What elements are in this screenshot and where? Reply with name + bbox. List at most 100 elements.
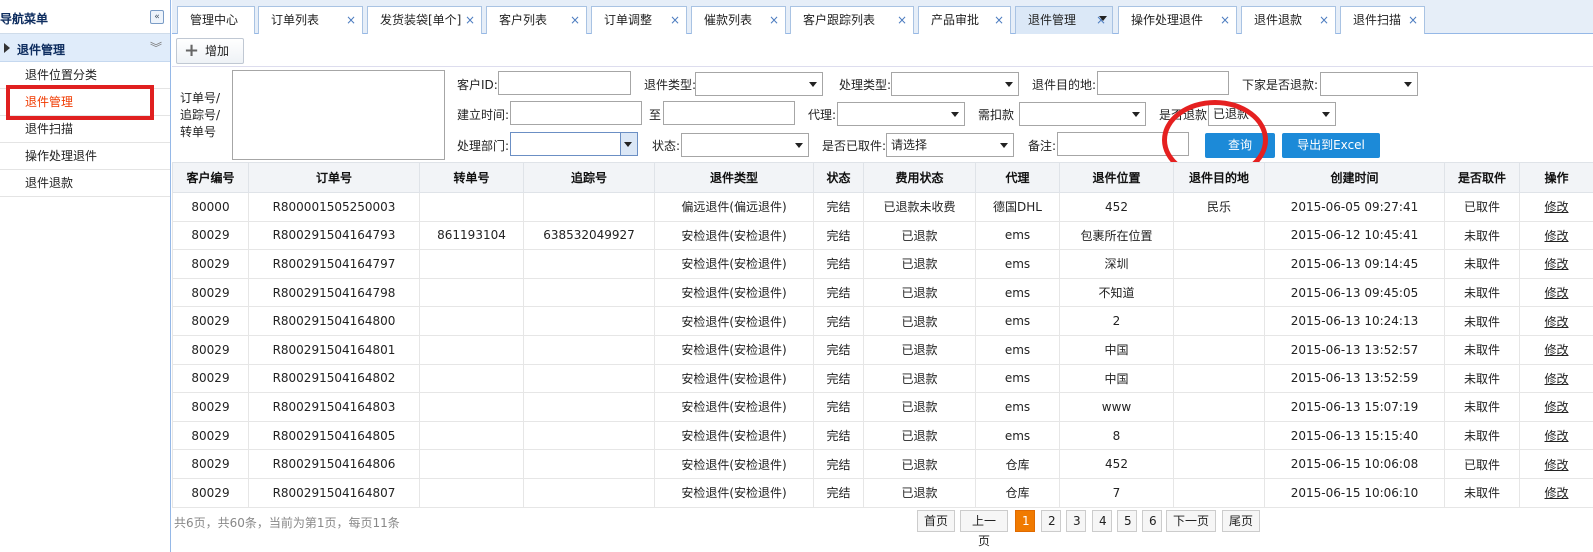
tab-3[interactable]: 发货装袋[单个] × — [367, 6, 482, 34]
table-cell[interactable]: 修改 — [1519, 477, 1593, 508]
sidebar-item-return-scan[interactable]: 退件扫描 — [0, 116, 170, 143]
next-page-button[interactable]: 下一页 — [1166, 510, 1216, 532]
tab-5[interactable]: 订单调整 × — [591, 6, 687, 34]
tab-1[interactable]: 管理中心 — [177, 6, 255, 34]
edit-link[interactable]: 修改 — [1544, 458, 1568, 472]
column-header[interactable]: 状态 — [813, 162, 864, 193]
page-6-button[interactable]: 6 — [1142, 510, 1162, 532]
close-icon[interactable]: × — [346, 7, 356, 34]
tab-8[interactable]: 产品审批 × — [918, 6, 1011, 34]
column-header[interactable]: 客户编号 — [172, 162, 249, 193]
column-header[interactable]: 创建时间 — [1264, 162, 1445, 193]
table-cell[interactable]: 修改 — [1519, 392, 1593, 422]
column-header[interactable]: 订单号 — [248, 162, 420, 193]
table-cell[interactable]: 修改 — [1519, 420, 1593, 451]
edit-link[interactable]: 修改 — [1544, 400, 1568, 414]
add-button[interactable]: + 增加 — [176, 38, 244, 64]
tab-9[interactable]: 退件管理 × — [1015, 6, 1113, 34]
edit-link[interactable]: 修改 — [1544, 486, 1568, 500]
close-icon[interactable]: × — [1220, 7, 1230, 34]
table-cell[interactable]: 修改 — [1519, 334, 1593, 365]
collapse-icon[interactable]: « — [150, 10, 164, 24]
status-select[interactable] — [681, 133, 809, 157]
group-toggle-icon[interactable]: ︾ — [150, 39, 162, 56]
tab-2[interactable]: 订单列表 × — [258, 6, 363, 34]
edit-link[interactable]: 修改 — [1544, 200, 1568, 214]
column-header[interactable]: 退件目的地 — [1173, 162, 1265, 193]
handle-type-select[interactable] — [891, 72, 1019, 96]
table-cell[interactable]: 修改 — [1519, 306, 1593, 336]
edit-link[interactable]: 修改 — [1544, 286, 1568, 300]
table-row[interactable]: 80029 R800291504164793 861193104 6385320499… — [172, 220, 1593, 251]
table-cell[interactable]: 修改 — [1519, 277, 1593, 308]
close-icon[interactable]: × — [570, 7, 580, 34]
query-button[interactable]: 查询 — [1205, 133, 1275, 158]
edit-link[interactable]: 修改 — [1544, 257, 1568, 271]
sidebar-item-return-management[interactable]: 退件管理 — [0, 85, 170, 120]
sidebar-item-return-refund[interactable]: 退件退款 — [0, 170, 170, 197]
tab-7[interactable]: 客户跟踪列表 × — [790, 6, 914, 34]
table-row[interactable]: 80029 R800291504164803 安检退件(安检退件) 完结 已退款 ems w… — [172, 392, 1593, 422]
table-cell[interactable]: 修改 — [1519, 449, 1593, 479]
close-icon[interactable]: × — [465, 7, 475, 34]
close-icon[interactable]: × — [1319, 7, 1329, 34]
deduction-select[interactable] — [1019, 102, 1146, 126]
column-header[interactable]: 转单号 — [419, 162, 524, 193]
close-icon[interactable]: × — [670, 7, 680, 34]
tab-12[interactable]: 退件扫描 × — [1340, 6, 1425, 34]
edit-link[interactable]: 修改 — [1544, 372, 1568, 386]
table-row[interactable]: 80029 R800291504164805 安检退件(安检退件) 完结 已退款 ems 8… — [172, 420, 1593, 451]
close-icon[interactable]: × — [994, 7, 1004, 34]
column-header[interactable]: 退件类型 — [654, 162, 814, 193]
edit-link[interactable]: 修改 — [1544, 315, 1568, 329]
agent-select[interactable] — [837, 102, 965, 126]
table-row[interactable]: 80029 R800291504164802 安检退件(安检退件) 完结 已退款 ems 中… — [172, 363, 1593, 394]
table-row[interactable]: 80029 R800291504164800 安检退件(安检退件) 完结 已退款 ems 2… — [172, 306, 1593, 336]
remark-input[interactable] — [1057, 132, 1189, 156]
prev-page-button[interactable]: 上一页 — [960, 510, 1008, 548]
edit-link[interactable]: 修改 — [1544, 429, 1568, 443]
tab-10[interactable]: 操作处理退件 × — [1118, 6, 1237, 34]
edit-link[interactable]: 修改 — [1544, 343, 1568, 357]
customer-id-input[interactable] — [498, 71, 631, 95]
table-row[interactable]: 80029 R800291504164801 安检退件(安检退件) 完结 已退款 ems 中… — [172, 334, 1593, 365]
page-5-button[interactable]: 5 — [1117, 510, 1137, 532]
last-page-button[interactable]: 尾页 — [1222, 510, 1260, 532]
table-row[interactable]: 80029 R800291504164807 安检退件(安检退件) 完结 已退款 仓库 7 2… — [172, 477, 1593, 508]
page-2-button[interactable]: 2 — [1041, 510, 1061, 532]
table-cell[interactable]: 修改 — [1519, 249, 1593, 279]
table-cell[interactable]: 修改 — [1519, 363, 1593, 394]
dept-select[interactable] — [510, 132, 638, 156]
table-cell[interactable]: 修改 — [1519, 220, 1593, 251]
tab-6[interactable]: 催款列表 × — [691, 6, 786, 34]
close-icon[interactable]: × — [897, 7, 907, 34]
return-type-select[interactable] — [695, 72, 823, 96]
column-header[interactable]: 代理 — [975, 162, 1060, 193]
table-cell[interactable]: 修改 — [1519, 192, 1593, 222]
created-time-end-input[interactable] — [663, 101, 795, 125]
order-number-textarea[interactable] — [232, 70, 445, 160]
table-row[interactable]: 80029 R800291504164798 安检退件(安检退件) 完结 已退款 ems 不… — [172, 277, 1593, 308]
table-row[interactable]: 80029 R800291504164806 安检退件(安检退件) 完结 已退款 仓库 45… — [172, 449, 1593, 479]
sidebar-item-handle-return[interactable]: 操作处理退件 — [0, 143, 170, 170]
tab-4[interactable]: 客户列表 × — [486, 6, 587, 34]
table-row[interactable]: 80029 R800291504164797 安检退件(安检退件) 完结 已退款 ems 深… — [172, 249, 1593, 279]
table-row[interactable]: 80000 R800001505250003 偏远退件(偏远退件) 完结 已退款未收费德… — [172, 192, 1593, 222]
close-icon[interactable]: × — [1096, 7, 1106, 34]
dropdown-arrow-icon[interactable] — [620, 133, 637, 155]
page-3-button[interactable]: 3 — [1066, 510, 1086, 532]
column-header[interactable]: 是否取件 — [1444, 162, 1520, 193]
page-1-button[interactable]: 1 — [1015, 510, 1035, 532]
created-time-start-input[interactable] — [510, 101, 642, 125]
first-page-button[interactable]: 首页 — [917, 510, 955, 532]
column-header[interactable]: 退件位置 — [1059, 162, 1174, 193]
page-4-button[interactable]: 4 — [1092, 510, 1112, 532]
destination-input[interactable] — [1097, 71, 1229, 95]
tab-11[interactable]: 退件退款 × — [1241, 6, 1336, 34]
close-icon[interactable]: × — [769, 7, 779, 34]
column-header[interactable]: 费用状态 — [863, 162, 976, 193]
edit-link[interactable]: 修改 — [1544, 229, 1568, 243]
is-refunded-select[interactable]: 已退款 — [1208, 102, 1336, 126]
export-excel-button[interactable]: 导出到Excel — [1282, 133, 1380, 158]
column-header[interactable]: 操作 — [1519, 162, 1593, 193]
